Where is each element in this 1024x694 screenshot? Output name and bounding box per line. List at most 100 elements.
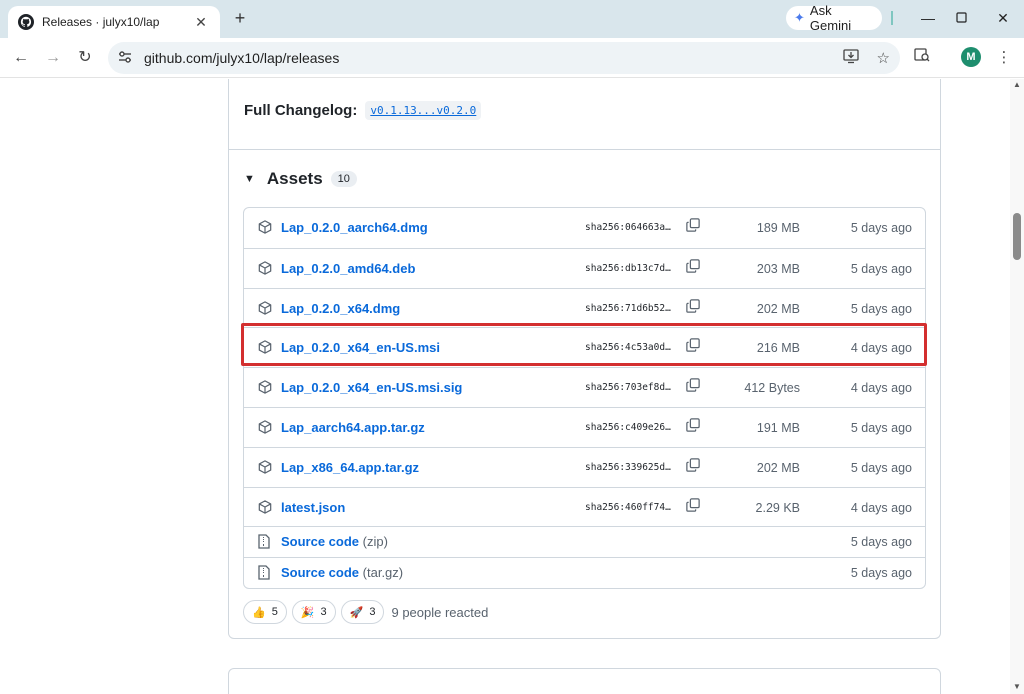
site-info-icon[interactable] [118, 50, 132, 66]
asset-size: 202 MB [756, 460, 800, 475]
maximize-icon[interactable] [951, 8, 971, 28]
url-text[interactable]: github.com/julyx10/lap/releases [144, 50, 825, 66]
asset-size: 191 MB [756, 420, 800, 435]
profile-avatar[interactable]: M [961, 47, 981, 67]
asset-name-link[interactable]: Lap_0.2.0_x64_en-US.msi.sig [281, 380, 462, 395]
source-code-link[interactable]: Source code (tar.gz) [281, 565, 403, 580]
copy-icon[interactable] [686, 497, 700, 512]
scrollbar-thumb[interactable] [1013, 213, 1021, 260]
reaction-emoji-icon: 👍 [252, 606, 266, 619]
source-code-date: 5 days ago [850, 566, 912, 581]
back-icon[interactable]: ← [10, 47, 32, 69]
zip-file-icon [258, 534, 270, 552]
source-code-date: 5 days ago [850, 535, 912, 550]
assets-header[interactable]: ▼ Assets 10 [244, 169, 357, 189]
copy-icon[interactable] [686, 418, 700, 432]
close-window-icon[interactable]: ✕ [993, 8, 1013, 28]
asset-name-link[interactable]: Lap_0.2.0_x64.dmg [281, 301, 400, 316]
asset-sha: sha256:db13c7d… [585, 262, 671, 274]
asset-name-link[interactable]: Lap_aarch64.app.tar.gz [281, 420, 425, 435]
asset-sha: sha256:339625d… [585, 461, 671, 473]
reaction-count: 5 [271, 606, 278, 618]
asset-row: Lap_0.2.0_aarch64.dmg sha256:064663a… 189 … [244, 208, 925, 248]
asset-size: 2.29 KB [755, 500, 800, 515]
package-icon [258, 340, 272, 357]
assets-list: Lap_0.2.0_aarch64.dmg sha256:064663a… 189 … [243, 207, 926, 590]
install-app-icon[interactable] [842, 48, 859, 68]
assets-title: Assets [266, 169, 323, 188]
reaction-summary: 9 people reacted [391, 604, 489, 620]
changelog-link[interactable]: v0.1.13...v0.2.0 [365, 101, 482, 120]
asset-date: 4 days ago [850, 381, 912, 396]
asset-row: Lap_0.2.0_x64_en-US.msi.sig sha256:703ef8… [244, 367, 925, 407]
asset-sha: sha256:460ff74… [585, 501, 671, 513]
asset-date: 4 days ago [850, 341, 912, 356]
reaction-button[interactable]: 🚀 3 [340, 600, 385, 624]
package-icon [258, 420, 272, 437]
asset-sha: sha256:71d6b52… [585, 302, 671, 314]
reaction-emoji-icon: 🎉 [300, 606, 315, 619]
reactions-bar: 👍 5 🎉 3 🚀 3 9 people reacted [243, 600, 488, 624]
reaction-button[interactable]: 🎉 3 [291, 600, 336, 624]
asset-date: 5 days ago [850, 301, 912, 316]
asset-name-link[interactable]: latest.json [281, 500, 345, 515]
scroll-up-arrow-icon[interactable]: ▲ [1011, 80, 1023, 89]
asset-size: 202 MB [756, 301, 800, 316]
source-code-link[interactable]: Source code (zip) [281, 534, 388, 549]
changelog-label: Full Changelog: [244, 102, 358, 119]
asset-name-link[interactable]: Lap_0.2.0_amd64.deb [281, 261, 415, 276]
asset-name-link[interactable]: Lap_0.2.0_x64_en-US.msi [281, 340, 440, 355]
copy-icon[interactable] [686, 338, 700, 353]
gemini-sparkle-icon: ✦ [794, 10, 805, 25]
package-icon [258, 499, 272, 517]
address-bar[interactable]: github.com/julyx10/lap/releases ☆ [108, 42, 900, 74]
asset-size: 216 MB [756, 341, 800, 356]
close-tab-icon[interactable]: ✕ [192, 14, 210, 31]
package-icon [258, 460, 272, 477]
asset-date: 5 days ago [850, 261, 912, 276]
package-icon [258, 300, 272, 318]
browser-toolbar: ← → ↻ github.com/julyx10/lap/releases ☆ … [0, 38, 1024, 78]
source-code-label: Source code [281, 534, 360, 550]
copy-icon[interactable] [686, 298, 700, 313]
asset-date: 4 days ago [850, 500, 912, 515]
reaction-button[interactable]: 👍 5 [243, 600, 287, 624]
copy-icon[interactable] [686, 458, 700, 472]
search-tabs-icon[interactable] [911, 47, 933, 69]
tab-separator [891, 11, 893, 25]
copy-icon[interactable] [686, 378, 700, 392]
asset-row: Lap_x86_64.app.tar.gz sha256:339625d… 202 … [244, 446, 925, 487]
asset-size: 189 MB [756, 221, 800, 235]
asset-name-link[interactable]: Lap_x86_64.app.tar.gz [281, 460, 419, 475]
source-code-row: Source code (tar.gz) 5 days ago [244, 557, 925, 588]
ask-gemini-label: Ask Gemini [809, 3, 852, 33]
copy-icon[interactable] [686, 259, 700, 273]
bookmark-star-icon[interactable]: ☆ [877, 49, 890, 67]
page-scrollbar[interactable] [1010, 79, 1024, 694]
reload-icon[interactable]: ↻ [74, 47, 96, 69]
tab-releases[interactable]: Releases · julyx10/lap ✕ [8, 6, 220, 38]
copy-icon[interactable] [686, 218, 700, 232]
asset-row: Lap_0.2.0_x64.dmg sha256:71d6b52… 202 MB 5 … [244, 287, 925, 328]
github-icon [18, 14, 34, 30]
scroll-down-arrow-icon[interactable]: ▼ [1011, 682, 1023, 691]
reaction-emoji-icon: 🚀 [349, 606, 364, 619]
new-tab-button[interactable]: + [230, 8, 250, 28]
forward-icon[interactable]: → [42, 47, 64, 69]
source-code-format: (zip) [362, 534, 388, 550]
asset-row: Lap_0.2.0_amd64.deb sha256:db13c7d… 203 MB… [244, 247, 925, 288]
asset-sha: sha256:064663a… [585, 222, 671, 233]
asset-name-link[interactable]: Lap_0.2.0_aarch64.dmg [281, 220, 428, 235]
reaction-count: 3 [320, 606, 327, 618]
asset-row: Lap_0.2.0_x64_en-US.msi sha256:4c53a0d… 21… [244, 327, 925, 367]
asset-sha: sha256:c409e26… [585, 421, 671, 433]
ask-gemini-button[interactable]: ✦ Ask Gemini [786, 3, 882, 33]
asset-date: 5 days ago [850, 420, 912, 435]
assets-count-badge: 10 [330, 171, 357, 187]
minimize-icon[interactable]: — [918, 8, 938, 28]
more-menu-icon[interactable]: ⋮ [993, 47, 1015, 69]
asset-date: 5 days ago [850, 460, 912, 475]
collapse-triangle-icon[interactable]: ▼ [244, 173, 255, 185]
section-divider [229, 149, 940, 150]
tab-bar: Releases · julyx10/lap ✕ + ✦ Ask Gemini … [0, 0, 1024, 38]
